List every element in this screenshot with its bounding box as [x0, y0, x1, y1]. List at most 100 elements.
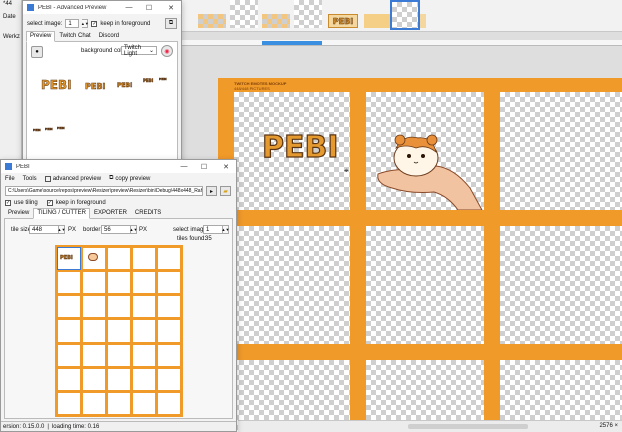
tile-cell[interactable] — [158, 248, 180, 270]
image-canvas[interactable]: TWITCH EMOTES MOCKUP 448/448 PICTURES PE… — [218, 78, 622, 432]
close-button[interactable]: ✕ — [216, 160, 236, 173]
tile-cell[interactable] — [108, 392, 130, 414]
advanced-preview-window: PEBI - Advanced Preview — ☐ ✕ select ima… — [22, 0, 182, 168]
tile-cell[interactable] — [133, 320, 155, 342]
keep-foreground-checkbox[interactable]: ✓ — [91, 20, 98, 27]
use-tiling-checkbox[interactable]: ✓ — [5, 200, 11, 206]
tile-cell[interactable] — [83, 392, 105, 414]
host-tab-label[interactable]: *44 — [3, 1, 12, 7]
select-image-stepper[interactable]: ▲▼ — [222, 225, 229, 234]
preview-titlebar[interactable]: PEBI - Advanced Preview — ☐ ✕ — [23, 1, 181, 14]
tile-cell[interactable] — [58, 344, 80, 366]
preview-panel: ● background color: Twitch Light ⌄ ◉ PEB… — [26, 42, 178, 164]
menu-tools[interactable]: Tools — [23, 176, 37, 182]
tile-cell[interactable] — [108, 296, 130, 318]
tile-cell[interactable] — [83, 248, 105, 270]
menu-advanced-preview[interactable]: advanced preview — [44, 175, 101, 182]
tile-cell[interactable] — [158, 272, 180, 294]
border-input[interactable]: 56 — [101, 225, 131, 234]
tile-cell[interactable] — [133, 368, 155, 390]
emote-preview-small: PEBI — [117, 82, 133, 90]
tab-exporter[interactable]: EXPORTER — [90, 208, 131, 218]
close-button[interactable]: ✕ — [161, 1, 181, 14]
path-input[interactable]: C:\Users\Game\source\repos\preview\Resiz… — [5, 186, 203, 196]
pebi-logo-emote: PEBI — [261, 129, 339, 165]
tile-grid[interactable]: PEBI — [55, 245, 183, 417]
tile-cell[interactable] — [108, 344, 130, 366]
maximize-button[interactable]: ☐ — [196, 160, 212, 173]
tiles-found-label: tiles found: — [177, 236, 207, 242]
thumbnail[interactable] — [198, 14, 226, 28]
tile-cell[interactable] — [133, 344, 155, 366]
tile-cell[interactable] — [58, 320, 80, 342]
menu-file[interactable]: File — [5, 176, 15, 182]
tab-twitch-chat[interactable]: Twitch Chat — [55, 31, 94, 41]
tile-cell[interactable] — [83, 296, 105, 318]
tile-cell[interactable] — [133, 392, 155, 414]
tab-credits[interactable]: CREDITS — [131, 208, 165, 218]
tab-preview[interactable]: Preview — [4, 208, 33, 218]
main-titlebar[interactable]: PEBI — ☐ ✕ — [1, 160, 236, 173]
tile-cell[interactable]: PEBI — [57, 246, 81, 271]
minimize-button[interactable]: — — [121, 1, 137, 14]
host-status-bar: 2576 × — [238, 420, 622, 432]
thumbnail[interactable] — [262, 14, 290, 28]
tile-cell[interactable] — [158, 392, 180, 414]
tile-cell[interactable] — [83, 368, 105, 390]
tile-cell[interactable] — [158, 320, 180, 342]
tile-cell[interactable] — [83, 344, 105, 366]
tile-size-input[interactable]: 448 — [29, 225, 59, 234]
thumbnail[interactable]: PEBI — [328, 14, 358, 28]
tab-preview[interactable]: Preview — [26, 31, 56, 42]
background-color-value: Twitch Light — [124, 44, 142, 57]
tile-cell[interactable] — [133, 272, 155, 294]
thumbnail-selected[interactable] — [390, 0, 420, 30]
tile-cell[interactable] — [58, 368, 80, 390]
tile-cell[interactable] — [58, 392, 80, 414]
tile-cell[interactable] — [108, 368, 130, 390]
thumbnail[interactable] — [294, 0, 322, 28]
tile-size-stepper[interactable]: ▲▼ — [58, 225, 65, 234]
refresh-button[interactable]: ● — [31, 46, 43, 58]
tile-cell[interactable] — [158, 344, 180, 366]
tab-discord[interactable]: Discord — [95, 31, 123, 41]
tile-cell[interactable] — [58, 272, 80, 294]
thumbnail[interactable] — [230, 0, 258, 28]
background-color-select[interactable]: Twitch Light ⌄ — [121, 44, 157, 57]
select-image-stepper[interactable]: ▲▼ — [81, 19, 89, 28]
menu-copy-preview[interactable]: ⧉ copy preview — [109, 175, 150, 182]
tile-cell[interactable] — [83, 320, 105, 342]
copy-icon[interactable]: ⧉ — [165, 18, 177, 29]
border-stepper[interactable]: ▲▼ — [130, 225, 137, 234]
select-image-input[interactable]: 1 — [65, 19, 80, 28]
canvas-tile — [500, 92, 622, 210]
scrollbar-h[interactable] — [408, 424, 528, 429]
color-picker-icon[interactable]: ◉ — [161, 45, 173, 57]
tile-cell[interactable] — [83, 272, 105, 294]
emote-preview-chat-1: PEBI — [33, 128, 41, 133]
tiling-panel: tile size: 448 ▲▼ PX border: 56 ▲▼ PX se… — [4, 219, 233, 419]
tile-cell[interactable] — [133, 296, 155, 318]
maximize-button[interactable]: ☐ — [141, 1, 157, 14]
select-image-input[interactable]: 1 — [203, 225, 223, 234]
canvas-tile — [234, 226, 350, 344]
keep-foreground-label: keep in foreground — [100, 20, 151, 27]
folder-icon[interactable]: ▰ — [220, 186, 231, 196]
thumbnail[interactable] — [364, 14, 392, 28]
minimize-button[interactable]: — — [176, 160, 192, 173]
open-folder-button[interactable]: ▸ — [206, 186, 217, 196]
tile-cell[interactable] — [158, 368, 180, 390]
tab-tiling-cutter[interactable]: TILING / CUTTER — [33, 208, 91, 219]
status-divider: | — [47, 423, 49, 430]
preview-tabs: Preview Twitch Chat Discord — [26, 31, 178, 42]
host-menu-label[interactable]: Date — [3, 14, 16, 20]
tile-cell[interactable] — [108, 272, 130, 294]
tile-cell[interactable] — [108, 320, 130, 342]
tile-cell[interactable] — [133, 248, 155, 270]
emote-preview-tiny: PEBI — [143, 78, 154, 84]
keep-foreground-checkbox[interactable]: ✓ — [46, 200, 53, 206]
chevron-down-icon: ⌄ — [148, 48, 154, 54]
tile-cell[interactable] — [108, 248, 130, 270]
tile-cell[interactable] — [58, 296, 80, 318]
tile-cell[interactable] — [158, 296, 180, 318]
